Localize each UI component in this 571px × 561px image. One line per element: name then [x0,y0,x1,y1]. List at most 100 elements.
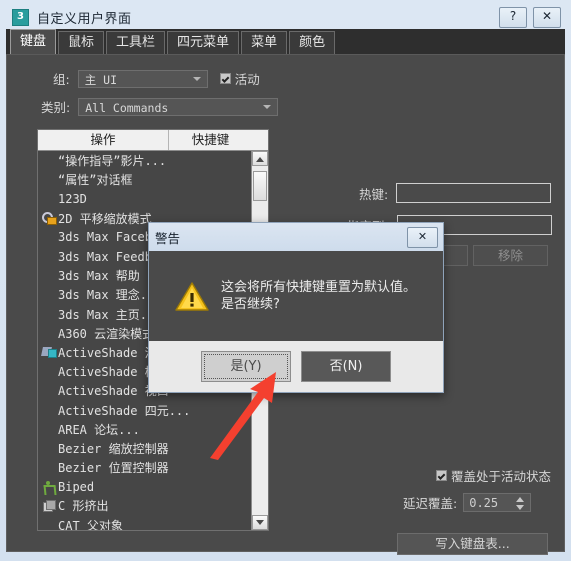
warning-dialog-message: 这会将所有快捷键重置为默认值。 是否继续? [221,279,416,313]
tab-menu[interactable]: 菜单 [241,31,288,54]
item-icon [41,422,56,436]
group-active-checkbox[interactable]: 活动 [219,69,260,88]
list-item-label: CAT 父对象 [58,518,123,530]
list-item-label: ActiveShade 四元... [58,403,191,418]
checkbox-box [219,73,231,84]
triangle-down-icon [256,520,264,525]
warning-no-button[interactable]: 否(N) [301,351,391,382]
activeshade-icon [41,345,57,359]
item-icon [41,403,56,417]
category-dropdown-value: All Commands [85,100,169,115]
item-icon [41,307,56,321]
list-item-label: 2D 平移缩放模式 [58,211,152,226]
item-icon [41,326,56,340]
remove-button[interactable]: 移除 [473,245,548,266]
list-item-label: A360 云渲染模式 [58,326,155,341]
list-item-label: 123D [58,191,87,206]
override-delay-row: 延迟覆盖: 0.25 [403,493,532,512]
warning-dialog-title: 警告 [155,230,181,246]
checkbox-box [436,470,447,481]
scroll-up-button[interactable] [252,151,268,166]
item-icon [41,518,56,530]
warning-message-line-2: 是否继续? [221,297,280,312]
override-active-label: 覆盖处于活动状态 [451,469,552,484]
warning-dialog-body: 这会将所有快捷键重置为默认值。 是否继续? [149,251,443,341]
list-item-label: AREA 论坛... [58,422,140,437]
list-item-label: “操作指导”影片... [58,154,167,169]
list-item-label: C 形挤出 [58,499,109,514]
list-item[interactable]: CAT 父对象 [38,516,268,530]
column-header-action[interactable]: 操作 [38,130,169,150]
spinner-arrows-icon[interactable] [516,496,525,511]
item-icon [41,173,56,187]
item-icon [41,441,56,455]
scroll-down-button[interactable] [252,515,268,530]
magnifier-icon [41,211,57,226]
override-delay-value: 0.25 [469,496,499,510]
category-label: 类别: [41,100,71,115]
help-button[interactable]: ? [499,7,527,28]
app-3-icon: 3 [12,8,29,26]
list-item[interactable]: Bezier 缩放控制器 [38,439,268,458]
hotkey-row: 热键: [359,183,552,203]
warning-dialog-close-button[interactable]: ✕ [407,227,438,248]
list-item[interactable]: Biped [38,477,268,496]
tab-mouse[interactable]: 鼠标 [58,31,105,54]
tab-toolbar[interactable]: 工具栏 [106,31,166,54]
override-delay-label: 延迟覆盖: [403,496,458,511]
group-active-label: 活动 [234,72,260,87]
list-item[interactable]: Bezier 位置控制器 [38,458,268,477]
list-item-label: 3ds Max 理念... [58,288,162,303]
item-icon [41,250,56,264]
group-dropdown-value: 主 UI [84,72,117,87]
warning-dialog-titlebar: 警告 ✕ [149,223,443,251]
group-dropdown[interactable]: 主 UI [77,69,208,88]
override-active-checkbox[interactable]: 覆盖处于活动状态 [436,466,551,485]
list-item[interactable]: “操作指导”影片... [38,151,268,170]
list-item-label: 3ds Max 帮助 [58,269,140,284]
item-icon [41,154,56,168]
item-icon [41,461,56,475]
box-icon [41,499,56,513]
list-item-label: Biped [58,479,95,494]
warning-triangle-icon [175,281,209,312]
window-titlebar: 3 自定义用户界面 ? ✕ [6,5,565,29]
column-header-shortcut[interactable]: 快捷键 [169,130,252,150]
group-label: 组: [53,72,70,87]
list-item-label: Bezier 位置控制器 [58,461,169,476]
warning-message-line-1: 这会将所有快捷键重置为默认值。 [221,280,417,295]
biped-icon [41,480,56,494]
category-dropdown[interactable]: All Commands [78,97,279,116]
list-item[interactable]: ActiveShade 四元... [38,400,268,419]
tab-quad-menu[interactable]: 四元菜单 [167,31,240,54]
warning-yes-button[interactable]: 是(Y) [201,351,291,382]
chevron-down-icon [192,76,201,81]
list-item[interactable]: AREA 论坛... [38,420,268,439]
window-title: 自定义用户界面 [37,11,132,27]
hotkey-label: 热键: [359,186,389,202]
group-row: 组: 主 UI 活动 [53,69,260,88]
override-delay-spinner[interactable]: 0.25 [463,493,532,512]
item-icon [41,384,56,398]
item-icon [41,230,56,244]
close-button[interactable]: ✕ [533,7,561,28]
spinner-up-icon [516,497,525,502]
category-row: 类别: All Commands [41,97,279,116]
write-keyboard-chart-button[interactable]: 写入键盘表... [397,533,548,555]
customize-ui-window: 3 自定义用户界面 ? ✕ 键盘 鼠标 工具栏 四元菜单 菜单 颜色 组: 主 … [0,0,571,561]
tab-colors[interactable]: 颜色 [289,31,336,54]
list-item[interactable]: C 形挤出 [38,496,268,515]
triangle-up-icon [256,157,264,162]
titlebar-buttons: ? ✕ [499,7,561,28]
hotkey-input[interactable] [396,183,552,203]
item-icon [41,192,56,206]
item-icon [41,288,56,302]
warning-dialog-footer: 是(Y) 否(N) [149,341,443,392]
list-item[interactable]: “属性”对话框 [38,170,268,189]
item-icon [41,365,56,379]
list-item[interactable]: 123D [38,189,268,208]
tab-keyboard[interactable]: 键盘 [10,29,57,54]
chevron-down-icon [263,104,272,109]
scrollbar-thumb[interactable] [253,171,267,201]
command-list-header: 操作 快捷键 [38,130,268,151]
